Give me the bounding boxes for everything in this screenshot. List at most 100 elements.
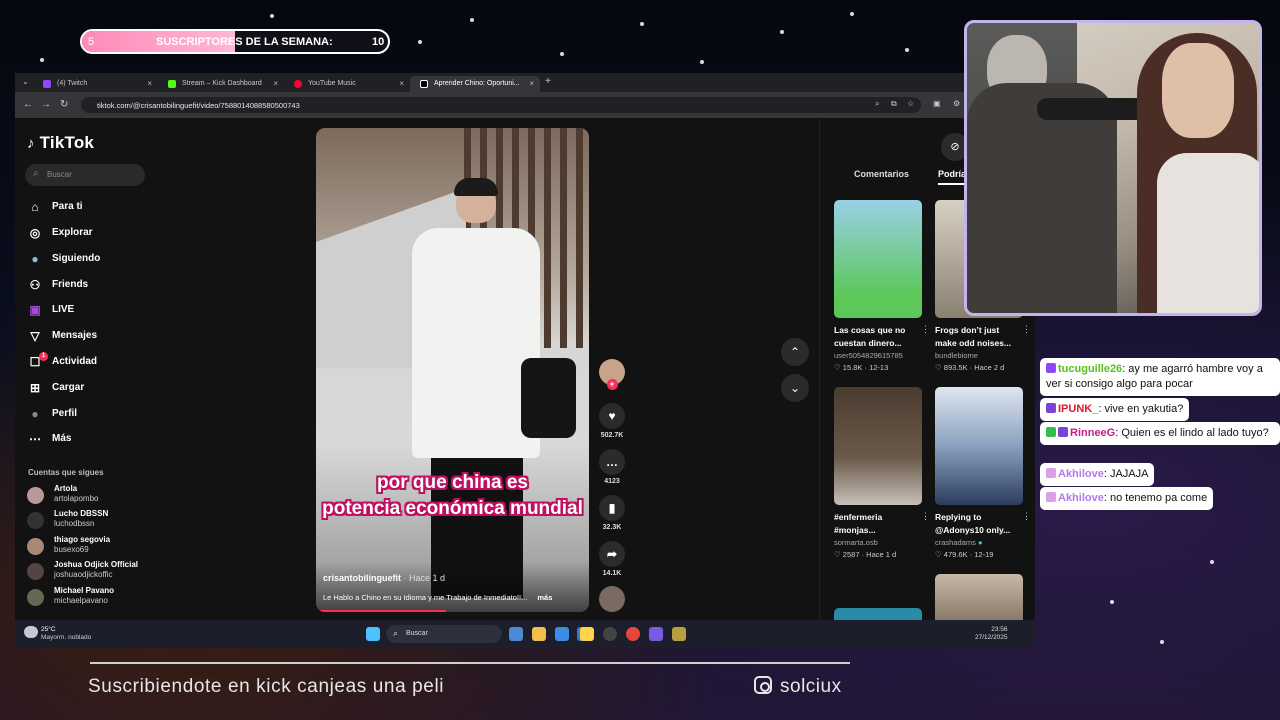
tab-kick-dashboard[interactable]: Stream – Kick Dashboard × [158, 76, 284, 92]
account-name: Lucho DBSSN [54, 509, 109, 518]
promo-text: Suscribiendote en kick canjeas una peli [88, 676, 445, 697]
chat-badge-icon [1046, 492, 1056, 502]
nav-mensajes[interactable]: ▽ Mensajes [25, 326, 97, 346]
chat-username[interactable]: Akhilove [1058, 468, 1104, 480]
nav-actividad[interactable]: ☐ Actividad 1 [25, 352, 97, 372]
video-progress[interactable] [316, 610, 446, 612]
bookmark-icon: ▮ [599, 495, 625, 521]
tab-search-icon[interactable]: ⌄ [22, 77, 29, 86]
creator-avatar[interactable]: + [598, 359, 626, 390]
weather-widget[interactable]: 25°C Mayorm. nublado [41, 626, 91, 642]
following-account[interactable]: Joshua Odjick Official joshuaodjickoffic [27, 560, 138, 584]
more-options-icon[interactable]: ⋮ [921, 324, 930, 335]
save-count: 32.3K [602, 524, 622, 531]
video-thumbnail[interactable] [935, 574, 1023, 620]
nav-para-ti[interactable]: ⌂ Para ti [25, 197, 82, 217]
bookmark-star-icon[interactable]: ☆ [907, 99, 914, 108]
close-icon[interactable]: × [399, 79, 404, 88]
weather-icon[interactable] [24, 626, 38, 638]
puzzle-icon[interactable]: ⚙ [953, 99, 960, 108]
app-icon[interactable] [672, 627, 686, 641]
chat-username[interactable]: Akhilove [1058, 492, 1104, 504]
nav-perfil[interactable]: ● Perfil [25, 404, 77, 424]
extension-icon[interactable]: ▣ [933, 99, 941, 108]
card-author: bundlebiome [935, 351, 978, 360]
compass-icon: ◎ [29, 226, 41, 240]
chat-username[interactable]: tucuguille26 [1058, 363, 1122, 375]
more-options-icon[interactable]: ⋮ [1022, 324, 1031, 335]
discord-icon[interactable] [649, 627, 663, 641]
like-button[interactable]: ♥ 502.7K [598, 403, 626, 439]
video-thumbnail[interactable] [834, 608, 922, 620]
nav-friends[interactable]: ⚇ Friends [25, 275, 89, 295]
following-account[interactable]: Lucho DBSSN luchodbssn [27, 509, 108, 533]
suggested-video-card[interactable]: Replying to @Adonys10 only... crashadams… [935, 387, 1031, 559]
store-icon[interactable] [555, 627, 569, 641]
music-disc-icon [599, 586, 625, 612]
card-stats: ♡ 893.5K · Hace 2 d [935, 363, 1005, 372]
music-disc[interactable] [598, 586, 626, 615]
file-explorer-icon[interactable] [532, 627, 546, 641]
tab-podria[interactable]: Podría [938, 169, 966, 179]
close-icon[interactable]: × [273, 79, 278, 88]
following-account[interactable]: thiago segovia busexo69 [27, 535, 110, 559]
suggested-video-card[interactable]: Las cosas que no cuestan dinero... user5… [834, 200, 930, 372]
next-video-button[interactable]: ⌄ [781, 374, 809, 402]
new-tab-button[interactable]: + [545, 76, 551, 87]
sub-goal-current: 5 [88, 36, 95, 48]
chrome-icon[interactable] [626, 627, 640, 641]
tab-youtube-music[interactable]: YouTube Music × [284, 76, 410, 92]
url-field[interactable]: tiktok.com/@crisantobilinguefit/video/75… [81, 97, 921, 113]
tiktok-logo[interactable]: ♪ TikTok [27, 133, 94, 153]
comment-button[interactable]: … 4123 [598, 449, 626, 485]
previous-video-button[interactable]: ⌃ [781, 338, 809, 366]
close-icon[interactable]: × [529, 79, 534, 88]
video-caption-line-2: potencia económica mundial [322, 498, 583, 519]
nav-explorar[interactable]: ◎ Explorar [25, 223, 93, 243]
nav-live[interactable]: ▣ LIVE [25, 300, 74, 320]
search-placeholder: Buscar [47, 170, 72, 179]
reload-icon[interactable]: ↻ [60, 99, 68, 110]
tab-twitch[interactable]: (4) Twitch × [33, 76, 158, 92]
follow-plus-icon[interactable]: + [606, 379, 618, 390]
account-handle: joshuaodjickoffic [54, 570, 113, 579]
chat-username[interactable]: IPUNK_ [1058, 403, 1098, 415]
nav-siguiendo[interactable]: ● Siguiendo [25, 249, 100, 269]
close-icon[interactable]: × [147, 79, 152, 88]
zoom-icon[interactable]: ⌕ [875, 99, 879, 109]
back-icon[interactable]: ← [23, 99, 33, 110]
forward-icon[interactable]: → [41, 99, 51, 110]
start-icon[interactable] [366, 627, 380, 641]
task-view-icon[interactable] [509, 627, 523, 641]
more-link[interactable]: más [537, 593, 552, 602]
following-account[interactable]: Michael Pavano michaelpavano [27, 586, 114, 610]
browser-window: ⌄ (4) Twitch × Stream – Kick Dashboard ×… [15, 73, 1035, 648]
chat-username[interactable]: RinneeG [1070, 427, 1115, 439]
clock[interactable]: 23:56 27/12/2025 [975, 626, 1008, 642]
notes-icon[interactable] [580, 627, 594, 641]
suggested-video-card[interactable]: #enfermeria #monjas... sormarta.osb ♡ 25… [834, 387, 930, 559]
chat-message: IPUNK_: vive en yakutia? [1040, 398, 1190, 421]
video-author[interactable]: crisantobilinguefit · Hace 1 d [323, 573, 445, 583]
save-button[interactable]: ▮ 32.3K [598, 495, 626, 531]
chat-message: Akhilove: no tenemo pa come [1040, 487, 1214, 510]
more-options-icon[interactable]: ⋮ [1022, 511, 1031, 522]
more-options-icon[interactable]: ⋮ [921, 511, 930, 522]
tab-tiktok[interactable]: Aprender Chino: Oportuni... × [410, 76, 540, 92]
chat-message: RinneeG: Quien es el lindo al lado tuyo? [1040, 422, 1280, 445]
nav-label: Más [52, 433, 72, 444]
nav-cargar[interactable]: ⊞ Cargar [25, 378, 84, 398]
nav-mas[interactable]: ⋯ Más [25, 429, 71, 449]
search-input[interactable]: ⌕ Buscar [25, 164, 145, 186]
video-player[interactable]: por que china es potencia económica mund… [316, 128, 589, 612]
following-account[interactable]: Artola artolapombo [27, 484, 98, 508]
chevron-down-icon: ⌄ [789, 381, 801, 395]
tab-comentarios[interactable]: Comentarios [854, 169, 909, 179]
share-button[interactable]: ➦ 14.1K [598, 541, 626, 577]
search-icon: ⌕ [33, 168, 39, 179]
install-icon[interactable]: ⧉ [891, 99, 897, 109]
taskbar-search[interactable]: ⌕ Buscar [386, 625, 502, 643]
address-bar-row: ← → ↻ tiktok.com/@crisantobilinguefit/vi… [15, 92, 1035, 119]
obs-icon[interactable] [603, 627, 617, 641]
share-icon: ➦ [599, 541, 625, 567]
